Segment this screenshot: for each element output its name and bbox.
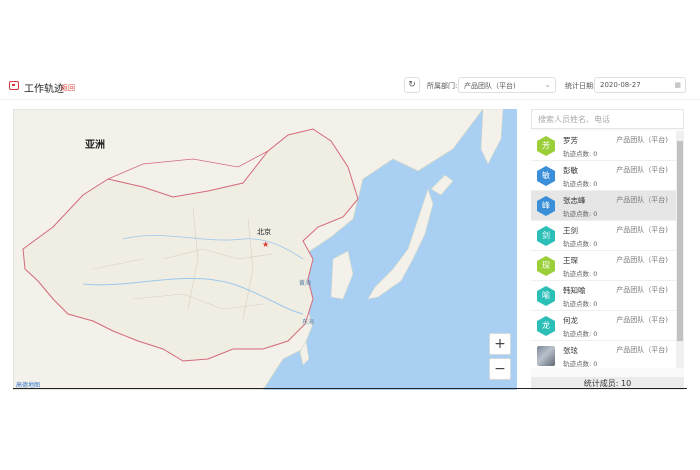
- scroll-thumb[interactable]: [677, 141, 683, 341]
- member-list: 芳 罗芳 产品团队（平台) 轨迹点数: 0 敏 彭敏 产品团队（平台) 轨迹点数…: [531, 131, 676, 368]
- member-dept: 产品团队（平台): [616, 346, 668, 354]
- member-name: 张志峰: [563, 196, 586, 205]
- member-dept: 产品团队（平台): [616, 226, 668, 234]
- calendar-icon: ▦: [674, 81, 681, 89]
- member-points: 轨迹点数: 0: [563, 180, 598, 188]
- member-name: 罗芳: [563, 136, 578, 145]
- back-link[interactable]: 返回: [61, 83, 75, 93]
- list-item[interactable]: 喻 韩知喻 产品团队（平台) 轨迹点数: 0: [531, 281, 676, 311]
- list-item[interactable]: 剑 王剑 产品团队（平台) 轨迹点数: 0: [531, 221, 676, 251]
- svg-text:★: ★: [262, 240, 269, 249]
- avatar: 敏: [537, 166, 555, 186]
- date-label: 统计日期:: [565, 82, 596, 90]
- region-label: 亚洲: [85, 140, 105, 151]
- member-panel: 搜索人员姓名、电话 芳 罗芳 产品团队（平台) 轨迹点数: 0 敏 彭敏 产品团…: [531, 109, 684, 390]
- plus-icon: +: [494, 336, 506, 352]
- avatar: [537, 346, 555, 366]
- member-points: 轨迹点数: 0: [563, 360, 598, 368]
- list-item[interactable]: 龙 何龙 产品团队（平台) 轨迹点数: 0: [531, 311, 676, 341]
- avatar: 芳: [537, 136, 555, 156]
- dept-select[interactable]: 产品团队（平台) ⌄: [458, 77, 556, 93]
- avatar: 喻: [537, 286, 555, 306]
- member-name: 彭敏: [563, 166, 578, 175]
- work-track-frame: 工作轨迹 返回 ↻ 所属部门: 产品团队（平台) ⌄ 统计日期: 2020-08…: [0, 70, 700, 390]
- refresh-button[interactable]: ↻: [404, 77, 420, 93]
- refresh-icon: ↻: [408, 80, 416, 90]
- member-dept: 产品团队（平台): [616, 256, 668, 264]
- member-dept: 产品团队（平台): [616, 316, 668, 324]
- list-item[interactable]: 敏 彭敏 产品团队（平台) 轨迹点数: 0: [531, 161, 676, 191]
- page-title: 工作轨迹: [24, 84, 64, 95]
- member-points: 轨迹点数: 0: [563, 300, 598, 308]
- member-points: 轨迹点数: 0: [563, 270, 598, 278]
- member-dept: 产品团队（平台): [616, 166, 668, 174]
- list-scrollbar[interactable]: [676, 131, 684, 368]
- member-points: 轨迹点数: 0: [563, 210, 598, 218]
- member-dept: 产品团队（平台): [616, 286, 668, 294]
- track-icon: [9, 81, 19, 90]
- list-item[interactable]: 峰 张志峰 产品团队（平台) 轨迹点数: 0: [531, 191, 676, 221]
- member-name: 张玹: [563, 346, 578, 355]
- member-name: 何龙: [563, 316, 578, 325]
- avatar: 琛: [537, 256, 555, 276]
- avatar: 峰: [537, 196, 555, 216]
- sea-label-yellow: 黄海: [299, 280, 312, 287]
- member-name: 王剑: [563, 226, 578, 235]
- member-points: 轨迹点数: 0: [563, 240, 598, 248]
- sea-label-east: 东海: [302, 319, 315, 326]
- date-value: 2020-08-27: [600, 81, 641, 89]
- minus-icon: −: [494, 361, 506, 377]
- date-picker[interactable]: 2020-08-27 ▦: [594, 77, 686, 93]
- dept-label: 所属部门:: [427, 82, 458, 90]
- dept-select-value: 产品团队（平台): [464, 82, 516, 90]
- member-dept: 产品团队（平台): [616, 136, 668, 144]
- member-search-input[interactable]: 搜索人员姓名、电话: [531, 109, 684, 129]
- avatar: 剑: [537, 226, 555, 246]
- member-dept: 产品团队（平台): [616, 196, 668, 204]
- list-item[interactable]: 琛 王琛 产品团队（平台) 轨迹点数: 0: [531, 251, 676, 281]
- member-name: 王琛: [563, 256, 578, 265]
- member-name: 韩知喻: [563, 286, 586, 295]
- map-canvas: ★: [13, 109, 504, 390]
- list-item[interactable]: 芳 罗芳 产品团队（平台) 轨迹点数: 0: [531, 131, 676, 161]
- member-points: 轨迹点数: 0: [563, 330, 598, 338]
- zoom-in-button[interactable]: +: [489, 333, 511, 355]
- map-view[interactable]: ★ 亚洲 北京 黄海 东海 高德地图 + −: [13, 109, 517, 390]
- divider-line: [13, 388, 687, 389]
- page-header: 工作轨迹 返回 ↻ 所属部门: 产品团队（平台) ⌄ 统计日期: 2020-08…: [0, 70, 700, 100]
- chevron-down-icon: ⌄: [544, 80, 551, 89]
- list-item[interactable]: 张玹 产品团队（平台) 轨迹点数: 0: [531, 341, 676, 368]
- member-points: 轨迹点数: 0: [563, 150, 598, 158]
- zoom-out-button[interactable]: −: [489, 358, 511, 380]
- avatar: 龙: [537, 316, 555, 336]
- city-label: 北京: [257, 228, 271, 236]
